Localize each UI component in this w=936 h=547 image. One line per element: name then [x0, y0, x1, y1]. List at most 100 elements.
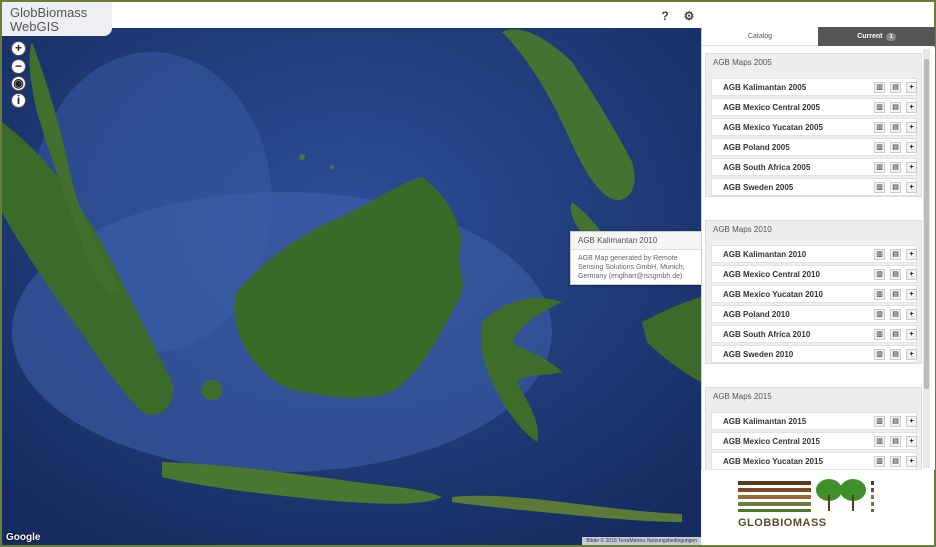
map-icon[interactable]: ▥ [874, 456, 885, 467]
group-title: AGB Maps 2005 [713, 58, 772, 67]
zoom-in-button[interactable]: + [11, 41, 26, 56]
list-item[interactable]: AGB Sweden 2005 ▥ ▤ + [711, 178, 917, 196]
document-icon[interactable]: ▤ [890, 309, 901, 320]
map-icon[interactable]: ▥ [874, 142, 885, 153]
list-item[interactable]: AGB Mexico Central 2010 ▥ ▤ + [711, 265, 917, 283]
satellite-map[interactable]: GlobBiomass WebGIS ? ⚙ + − ◉ i AGB Kalim… [2, 2, 701, 545]
item-label: AGB Mexico Yucatan 2005 [723, 123, 823, 132]
list-item[interactable]: AGB Kalimantan 2010 ▥ ▤ + [711, 245, 917, 263]
map-icon[interactable]: ▥ [874, 249, 885, 260]
layer-info-popup: AGB Kalimantan 2010 AGB Map generated by… [570, 231, 701, 285]
current-count-badge: 1 [886, 33, 896, 41]
add-layer-button[interactable]: + [906, 82, 917, 93]
add-layer-button[interactable]: + [906, 329, 917, 340]
item-label: AGB Mexico Central 2005 [723, 103, 820, 112]
add-layer-button[interactable]: + [906, 102, 917, 113]
map-icon[interactable]: ▥ [874, 416, 885, 427]
document-icon[interactable]: ▤ [890, 329, 901, 340]
document-icon[interactable]: ▤ [890, 102, 901, 113]
globbiomass-logo: GLOBBIOMASS [701, 470, 934, 545]
add-layer-button[interactable]: + [906, 349, 917, 360]
map-icon[interactable]: ▥ [874, 436, 885, 447]
add-layer-button[interactable]: + [906, 122, 917, 133]
list-item[interactable]: AGB Poland 2005 ▥ ▤ + [711, 138, 917, 156]
settings-gear-icon[interactable]: ⚙ [680, 7, 698, 25]
map-icon[interactable]: ▥ [874, 349, 885, 360]
app-title-line2: WebGIS [10, 19, 59, 34]
map-icon[interactable]: ▥ [874, 102, 885, 113]
document-icon[interactable]: ▤ [890, 182, 901, 193]
document-icon[interactable]: ▤ [890, 269, 901, 280]
document-icon[interactable]: ▤ [890, 249, 901, 260]
tab-current[interactable]: Current 1 [818, 27, 935, 46]
popup-title: AGB Kalimantan 2010 [571, 232, 701, 250]
item-label: AGB Kalimantan 2005 [723, 83, 807, 92]
add-layer-button[interactable]: + [906, 249, 917, 260]
add-layer-button[interactable]: + [906, 269, 917, 280]
list-item[interactable]: AGB Mexico Yucatan 2010 ▥ ▤ + [711, 285, 917, 303]
document-icon[interactable]: ▤ [890, 82, 901, 93]
globe-icon[interactable]: ◉ [11, 76, 26, 91]
item-label: AGB Kalimantan 2015 [723, 417, 807, 426]
catalog-list[interactable]: AGB Maps 2005 AGB Kalimantan 2005 ▥ ▤ + AGB… [702, 47, 935, 470]
list-item[interactable]: AGB South Africa 2010 ▥ ▤ + [711, 325, 917, 343]
group-title: AGB Maps 2015 [713, 392, 772, 401]
add-layer-button[interactable]: + [906, 142, 917, 153]
add-layer-button[interactable]: + [906, 436, 917, 447]
app-title: GlobBiomass WebGIS [2, 2, 112, 36]
group-title: AGB Maps 2010 [713, 225, 772, 234]
add-layer-button[interactable]: + [906, 416, 917, 427]
logo-text: GLOBBIOMASS [738, 517, 827, 529]
item-label: AGB Sweden 2010 [723, 350, 794, 359]
list-item[interactable]: AGB Mexico Yucatan 2015 ▥ ▤ + [711, 452, 917, 470]
list-item[interactable]: AGB Mexico Central 2015 ▥ ▤ + [711, 432, 917, 450]
document-icon[interactable]: ▤ [890, 456, 901, 467]
item-label: AGB Mexico Central 2010 [723, 270, 820, 279]
zoom-out-button[interactable]: − [11, 59, 26, 74]
popup-body: AGB Map generated by Remote Sensing Solu… [578, 255, 685, 280]
document-icon[interactable]: ▤ [890, 162, 901, 173]
add-layer-button[interactable]: + [906, 289, 917, 300]
map-icon[interactable]: ▥ [874, 82, 885, 93]
list-item[interactable]: AGB Mexico Central 2005 ▥ ▤ + [711, 98, 917, 116]
map-icon[interactable]: ▥ [874, 122, 885, 133]
list-item[interactable]: AGB Sweden 2010 ▥ ▤ + [711, 345, 917, 363]
catalog-group: AGB Maps 2015 AGB Kalimantan 2015 ▥ ▤ + AGB… [705, 387, 922, 470]
add-layer-button[interactable]: + [906, 456, 917, 467]
document-icon[interactable]: ▤ [890, 289, 901, 300]
map-attribution[interactable]: Bilder © 2018 TerraMetrics Nutzungsbedin… [582, 537, 701, 545]
map-icon[interactable]: ▥ [874, 182, 885, 193]
add-layer-button[interactable]: + [906, 162, 917, 173]
document-icon[interactable]: ▤ [890, 142, 901, 153]
google-logo: Google [6, 532, 41, 543]
list-item[interactable]: AGB Poland 2010 ▥ ▤ + [711, 305, 917, 323]
item-label: AGB Sweden 2005 [723, 183, 794, 192]
add-layer-button[interactable]: + [906, 309, 917, 320]
layer-panel: Catalog Current 1 AGB Maps 2005 AGB Kali… [701, 27, 935, 470]
item-label: AGB Mexico Yucatan 2015 [723, 457, 823, 466]
list-item[interactable]: AGB Kalimantan 2015 ▥ ▤ + [711, 412, 917, 430]
panel-tabs: Catalog Current 1 [702, 27, 935, 46]
item-label: AGB Poland 2005 [723, 143, 790, 152]
item-label: AGB South Africa 2010 [723, 330, 811, 339]
add-layer-button[interactable]: + [906, 182, 917, 193]
document-icon[interactable]: ▤ [890, 416, 901, 427]
list-item[interactable]: AGB Mexico Yucatan 2005 ▥ ▤ + [711, 118, 917, 136]
map-icon[interactable]: ▥ [874, 162, 885, 173]
list-item[interactable]: AGB South Africa 2005 ▥ ▤ + [711, 158, 917, 176]
info-button[interactable]: i [11, 93, 26, 108]
document-icon[interactable]: ▤ [890, 349, 901, 360]
catalog-scrollbar[interactable] [923, 49, 930, 468]
map-icon[interactable]: ▥ [874, 289, 885, 300]
map-icon[interactable]: ▥ [874, 269, 885, 280]
tab-catalog[interactable]: Catalog [702, 27, 818, 46]
item-label: AGB Mexico Central 2015 [723, 437, 820, 446]
map-icon[interactable]: ▥ [874, 309, 885, 320]
item-label: AGB Kalimantan 2010 [723, 250, 807, 259]
document-icon[interactable]: ▤ [890, 436, 901, 447]
help-button[interactable]: ? [656, 7, 674, 25]
map-icon[interactable]: ▥ [874, 329, 885, 340]
list-item[interactable]: AGB Kalimantan 2005 ▥ ▤ + [711, 78, 917, 96]
document-icon[interactable]: ▤ [890, 122, 901, 133]
scrollbar-thumb[interactable] [924, 59, 929, 389]
